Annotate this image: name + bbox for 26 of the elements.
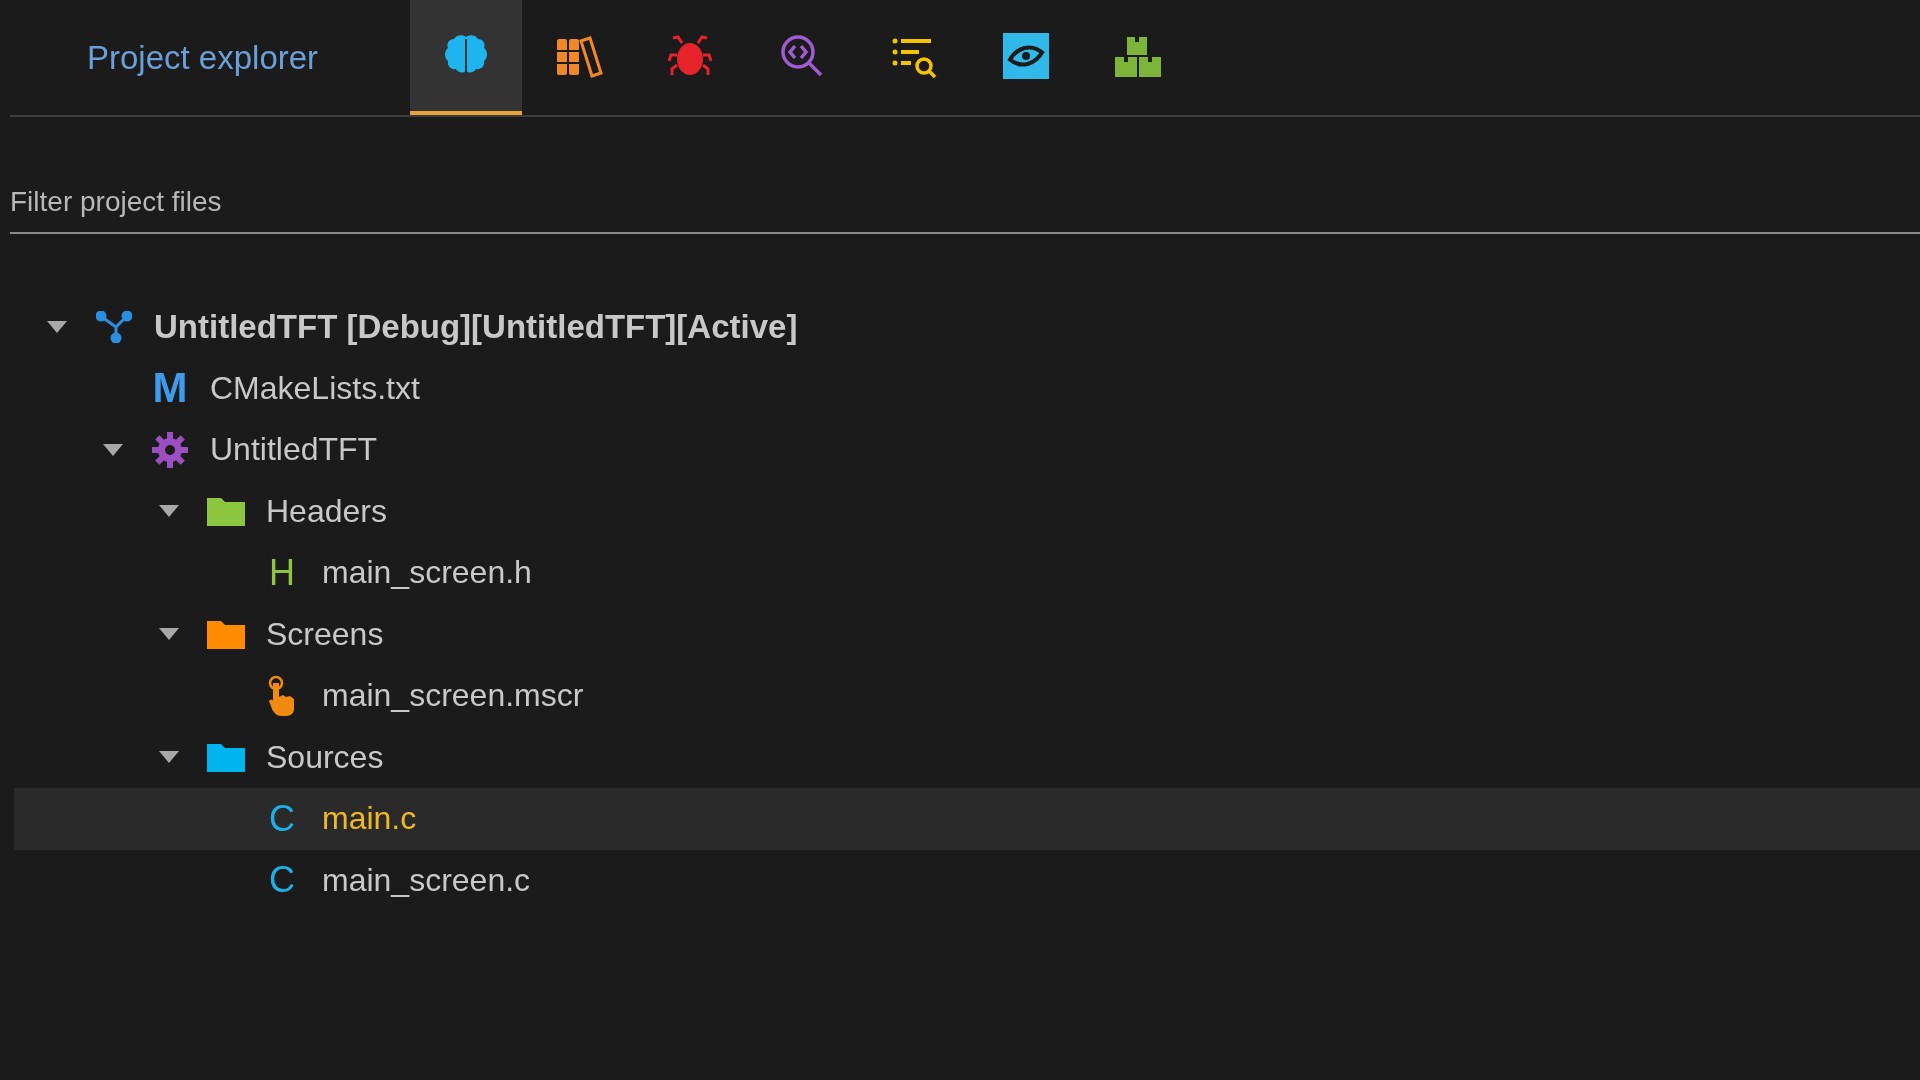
file-type-icon: H (269, 554, 295, 591)
expand-arrow-icon[interactable] (159, 505, 179, 518)
tree-item-label[interactable]: Sources (266, 738, 384, 776)
panel-title: Project explorer (86, 38, 320, 77)
tree-item-label[interactable]: Headers (266, 492, 387, 530)
toolbar-tab[interactable] (410, 0, 522, 115)
tree-item-label[interactable]: main_screen.mscr (322, 677, 584, 715)
eye-link-icon (1001, 30, 1051, 81)
expand-arrow-icon[interactable] (103, 443, 123, 456)
tree-item-label[interactable]: Screens (266, 615, 384, 653)
tree-item-label[interactable]: main_screen.h (322, 554, 532, 592)
expand-arrow-icon[interactable] (159, 628, 179, 641)
tree-item-label[interactable]: CMakeLists.txt (210, 369, 420, 407)
tree-item-label[interactable]: UntitledTFT (210, 431, 378, 469)
tree-item-label[interactable]: UntitledTFT [Debug][UntitledTFT][Active] (154, 307, 798, 346)
file-type-icon: C (269, 862, 295, 899)
file-type-icon: M (152, 367, 188, 410)
file-type-icon: C (269, 800, 295, 837)
project-tree-icon (96, 310, 132, 343)
selected-tree-row[interactable]: C main.c (14, 788, 1920, 850)
tree-item-label[interactable]: main.c (322, 800, 417, 838)
gear-icon (151, 430, 189, 469)
expand-arrow-icon[interactable] (47, 320, 67, 333)
filter-field[interactable]: Filter project files (10, 186, 1920, 232)
tree-item-label[interactable]: main_screen.c (322, 861, 531, 899)
expand-arrow-icon[interactable] (159, 751, 179, 764)
